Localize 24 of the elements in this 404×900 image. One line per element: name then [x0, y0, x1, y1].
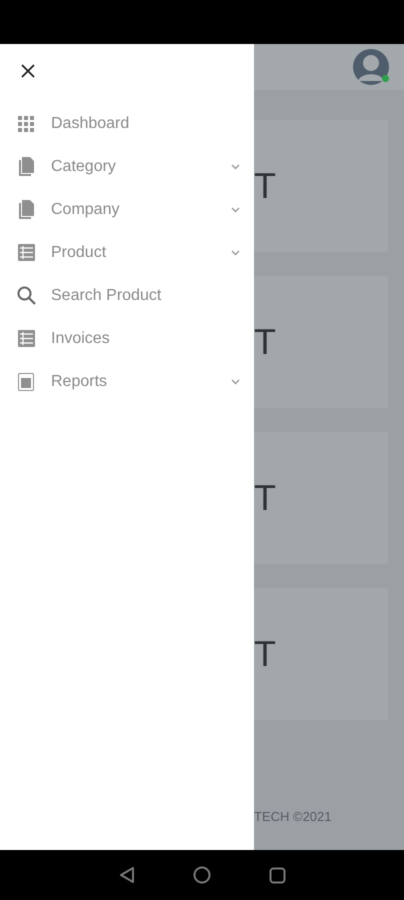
documents-icon: [18, 157, 34, 176]
back-button[interactable]: [118, 866, 134, 884]
menu-item[interactable]: Category: [0, 145, 254, 188]
footer-text: TECH ©2021: [254, 809, 332, 824]
documents-icon: [18, 200, 34, 219]
menu-item[interactable]: Dashboard: [0, 102, 254, 145]
card-text: T: [254, 165, 276, 207]
list-icon: [18, 244, 34, 261]
home-button[interactable]: [192, 866, 210, 884]
report-icon: [18, 372, 34, 390]
menu-item[interactable]: Invoices: [0, 317, 254, 360]
close-button[interactable]: [19, 62, 37, 80]
list-icon: [18, 330, 34, 347]
avatar[interactable]: [352, 48, 390, 86]
card-text: T: [254, 477, 276, 519]
grid-icon: [17, 114, 35, 132]
menu-item[interactable]: Reports: [0, 360, 254, 403]
menu-item[interactable]: Company: [0, 188, 254, 231]
recents-button[interactable]: [268, 866, 286, 884]
search-icon: [16, 286, 36, 305]
card-text: T: [254, 321, 276, 363]
card-text: T: [254, 633, 276, 675]
menu-item[interactable]: Product: [0, 231, 254, 274]
menu-item[interactable]: Search Product: [0, 274, 254, 317]
